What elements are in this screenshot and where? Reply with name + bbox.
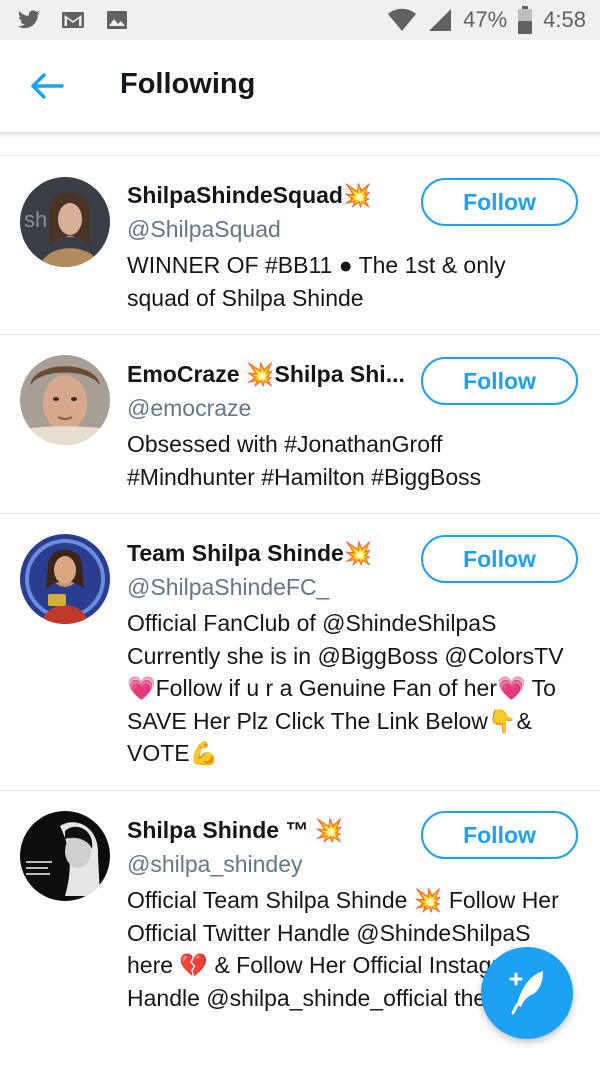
account-name: Shilpa Shinde ™ 💥	[127, 817, 344, 843]
top-app-bar: Following	[0, 40, 600, 134]
page-title: Following	[120, 68, 256, 100]
back-arrow-icon[interactable]	[26, 68, 66, 104]
signal-icon	[429, 9, 452, 31]
account-bio: Obsessed with #JonathanGroff #Mindhunter…	[127, 431, 482, 490]
follow-button[interactable]: Follow	[421, 535, 578, 583]
account-name: Team Shilpa Shinde💥	[127, 540, 373, 566]
battery-percent: 47%	[463, 7, 508, 32]
account-name: EmoCraze 💥Shilpa Shi...	[127, 361, 405, 387]
account-handle: @emocraze	[127, 395, 252, 421]
battery-icon	[518, 6, 533, 34]
follow-button[interactable]: Follow	[421, 811, 578, 859]
follow-button[interactable]: Follow	[421, 178, 578, 226]
account-handle: @ShilpaSquad	[127, 216, 281, 242]
status-bar: 47% 4:58	[0, 0, 600, 40]
avatar[interactable]	[20, 355, 110, 445]
follow-button[interactable]: Follow	[421, 357, 578, 405]
wifi-icon	[388, 8, 417, 31]
clock: 4:58	[543, 7, 586, 32]
account-name: ShilpaShindeSquad💥	[127, 182, 372, 208]
compose-tweet-button[interactable]	[481, 947, 573, 1039]
avatar[interactable]	[20, 811, 110, 901]
list-item[interactable]: sh ShilpaShindeSquad💥 @ShilpaSquad WINNE…	[0, 156, 600, 334]
account-bio: WINNER OF #BB11 ● The 1st & only squad o…	[127, 252, 506, 311]
compose-feather-icon	[509, 971, 543, 1015]
list-item[interactable]: Team Shilpa Shinde💥 @ShilpaShindeFC_ Off…	[0, 514, 600, 790]
gmail-icon	[62, 12, 84, 28]
account-handle: @shilpa_shindey	[127, 851, 303, 877]
image-icon	[107, 11, 127, 29]
account-handle: @ShilpaShindeFC_	[127, 574, 330, 600]
avatar[interactable]	[20, 534, 110, 624]
account-bio: Official FanClub of @ShindeShilpaS Curre…	[127, 610, 564, 766]
twitter-icon	[18, 10, 40, 29]
svg-text:sh: sh	[24, 207, 47, 232]
list-item[interactable]: EmoCraze 💥Shilpa Shi... @emocraze Obsess…	[0, 335, 600, 513]
avatar[interactable]: sh	[20, 177, 110, 267]
